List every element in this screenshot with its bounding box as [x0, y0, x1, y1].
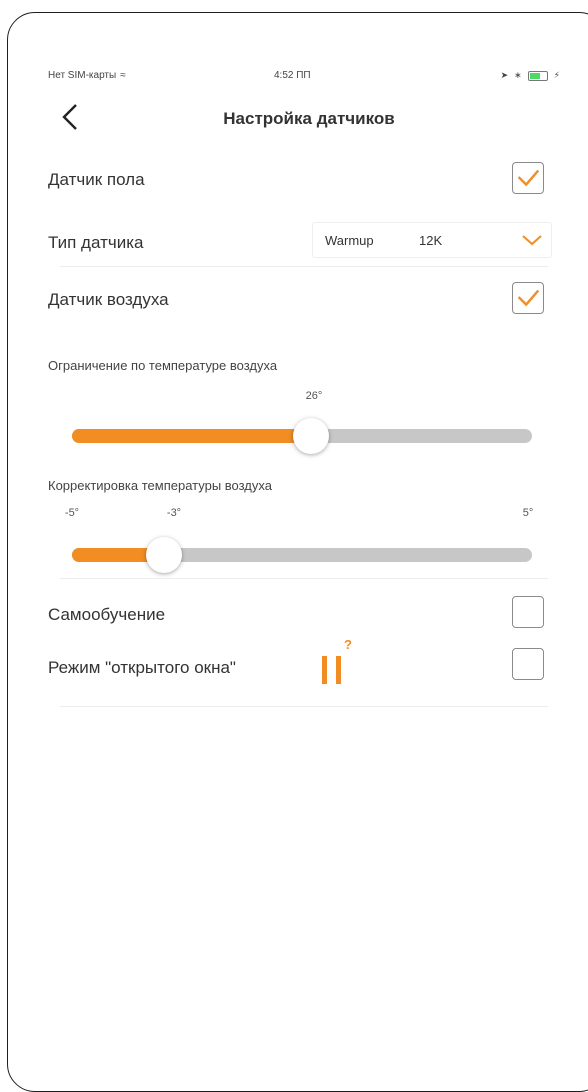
pause-icon[interactable] — [319, 654, 349, 686]
checkmark-icon — [517, 169, 540, 187]
air-limit-slider[interactable] — [72, 418, 532, 454]
air-correction-label: Корректировка температуры воздуха — [48, 478, 272, 493]
air-correction-max: 5° — [522, 507, 534, 519]
air-limit-value: 26° — [305, 390, 323, 402]
air-sensor-checkbox[interactable] — [512, 282, 544, 314]
carrier-label: Нет SIM-карты ≈ — [48, 70, 126, 81]
slider-thumb[interactable] — [293, 418, 330, 454]
help-icon[interactable]: ? — [344, 637, 352, 652]
nav-bar: Настройка датчиков — [0, 100, 588, 136]
floor-sensor-label: Датчик пола — [48, 170, 145, 189]
bluetooth-icon: ∗ — [514, 70, 522, 80]
status-bar: Нет SIM-карты ≈ 4:52 ПП ➤ ∗ ⚡ — [48, 70, 560, 86]
sensor-type-value-code: 12K — [419, 233, 443, 248]
slider-fill — [72, 429, 312, 443]
page-title: Настройка датчиков — [223, 109, 395, 128]
sensor-type-value-name: Warmup — [325, 233, 374, 248]
wifi-icon: ≈ — [120, 70, 126, 81]
open-window-checkbox[interactable] — [512, 648, 544, 680]
divider — [60, 266, 548, 267]
location-icon: ➤ — [500, 70, 509, 80]
floor-sensor-checkbox[interactable] — [512, 162, 544, 194]
sensor-type-select[interactable]: Warmup 12K — [312, 222, 552, 258]
status-right-icons: ➤ ∗ ⚡ — [501, 70, 560, 81]
charging-icon: ⚡ — [553, 70, 560, 80]
divider — [60, 578, 548, 579]
self-learning-checkbox[interactable] — [512, 596, 544, 628]
divider — [60, 706, 548, 707]
status-time: 4:52 ПП — [274, 70, 311, 81]
air-sensor-label: Датчик воздуха — [48, 290, 169, 309]
air-correction-min: -5° — [64, 507, 80, 519]
checkmark-icon — [517, 289, 540, 307]
open-window-label: Режим "открытого окна" — [48, 658, 236, 677]
self-learning-label: Самообучение — [48, 605, 166, 624]
air-correction-slider[interactable] — [72, 537, 532, 573]
slider-thumb[interactable] — [146, 537, 182, 573]
chevron-down-icon — [522, 235, 542, 246]
air-correction-value: -3° — [166, 507, 182, 519]
battery-icon — [527, 70, 548, 81]
air-limit-label: Ограничение по температуре воздуха — [48, 358, 278, 373]
